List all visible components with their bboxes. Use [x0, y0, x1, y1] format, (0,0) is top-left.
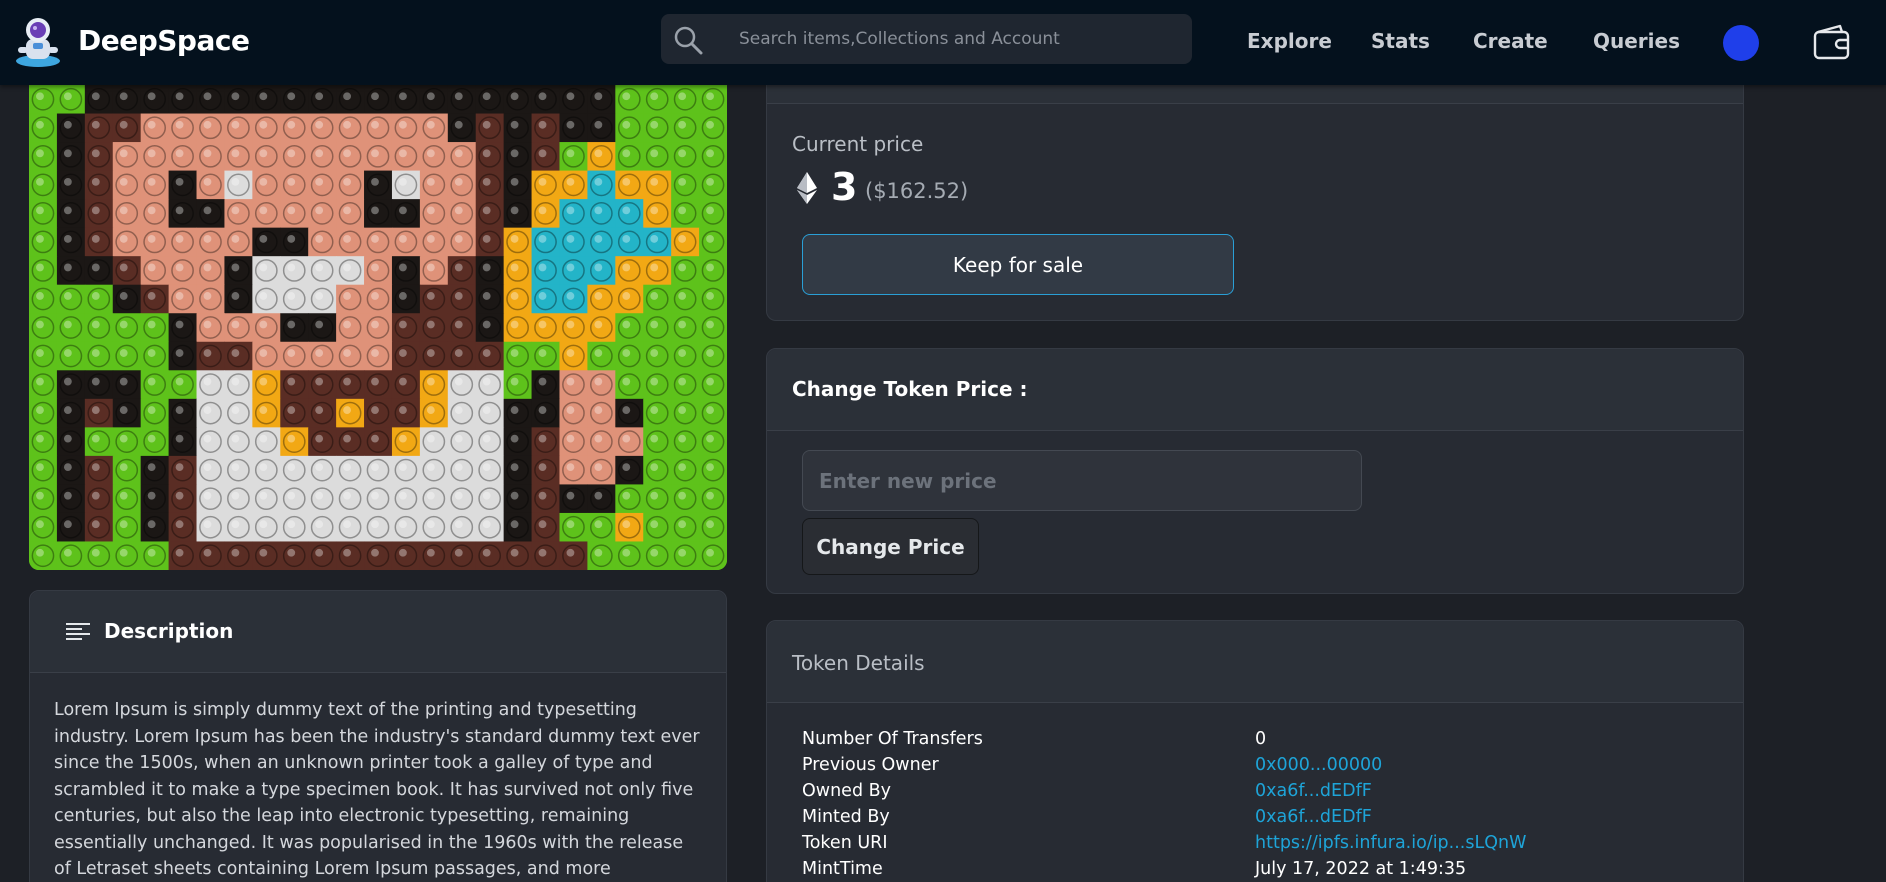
price-usd: ($162.52) [865, 179, 969, 203]
nav-link-create[interactable]: Create [1473, 29, 1548, 53]
price-panel-header [767, 85, 1743, 104]
brand-name[interactable]: DeepSpace [78, 24, 250, 57]
nav-link-explore[interactable]: Explore [1247, 29, 1332, 53]
details-key: Token URI [802, 833, 888, 853]
details-row-token-uri: Token URI https://ipfs.infura.io/ip...sL… [802, 833, 1732, 859]
details-row-owned-by: Owned By 0xa6f...dEDfF [802, 781, 1732, 807]
nav-link-stats[interactable]: Stats [1371, 29, 1430, 53]
details-value: 0 [1255, 729, 1267, 749]
search-icon [674, 26, 703, 55]
description-title: Description [104, 619, 234, 643]
nft-pixel-art [29, 85, 727, 570]
change-price-header: Change Token Price : [767, 349, 1743, 431]
keep-for-sale-button[interactable]: Keep for sale [802, 234, 1234, 295]
avatar[interactable] [1723, 25, 1759, 61]
details-row-minttime: MintTime July 17, 2022 at 1:49:35 [802, 859, 1732, 882]
details-key: Minted By [802, 807, 890, 827]
description-header[interactable]: Description [30, 591, 726, 673]
description-panel: Description Lorem Ipsum is simply dummy … [29, 590, 727, 882]
token-uri-link[interactable]: https://ipfs.infura.io/ip...sLQnW [1255, 833, 1526, 853]
current-price-label: Current price [792, 132, 924, 156]
price-amount: 3 [831, 165, 858, 209]
owned-by-link[interactable]: 0xa6f...dEDfF [1255, 781, 1372, 801]
details-row-minted-by: Minted By 0xa6f...dEDfF [802, 807, 1732, 833]
token-details-header[interactable]: Token Details [767, 621, 1743, 703]
search-bar[interactable] [661, 14, 1192, 64]
previous-owner-link[interactable]: 0x000...00000 [1255, 755, 1382, 775]
details-row-previous-owner: Previous Owner 0x000...00000 [802, 755, 1732, 781]
details-row-transfers: Number Of Transfers 0 [802, 729, 1732, 755]
change-price-title: Change Token Price : [792, 377, 1028, 401]
description-text: Lorem Ipsum is simply dummy text of the … [54, 700, 700, 879]
details-key: MintTime [802, 859, 883, 879]
astronaut-logo-icon[interactable] [12, 15, 64, 69]
details-value: July 17, 2022 at 1:49:35 [1255, 859, 1467, 879]
lines-icon [66, 623, 90, 640]
minted-by-link[interactable]: 0xa6f...dEDfF [1255, 807, 1372, 827]
details-key: Owned By [802, 781, 891, 801]
nav-link-queries[interactable]: Queries [1593, 29, 1680, 53]
nft-image [29, 85, 727, 570]
details-key: Number Of Transfers [802, 729, 983, 749]
token-details-panel: Token Details Number Of Transfers 0 Prev… [766, 620, 1744, 882]
wallet-icon[interactable] [1812, 23, 1852, 61]
search-input[interactable] [739, 26, 1179, 52]
navbar: DeepSpace Explore Stats Create Queries [0, 0, 1886, 85]
ethereum-icon [797, 172, 817, 204]
token-details-title: Token Details [792, 651, 925, 675]
change-price-panel: Change Token Price : Change Price [766, 348, 1744, 594]
details-key: Previous Owner [802, 755, 939, 775]
change-price-button[interactable]: Change Price [802, 518, 979, 575]
new-price-input[interactable] [802, 450, 1362, 511]
price-panel: Current price 3 ($162.52) Keep for sale [766, 85, 1744, 321]
